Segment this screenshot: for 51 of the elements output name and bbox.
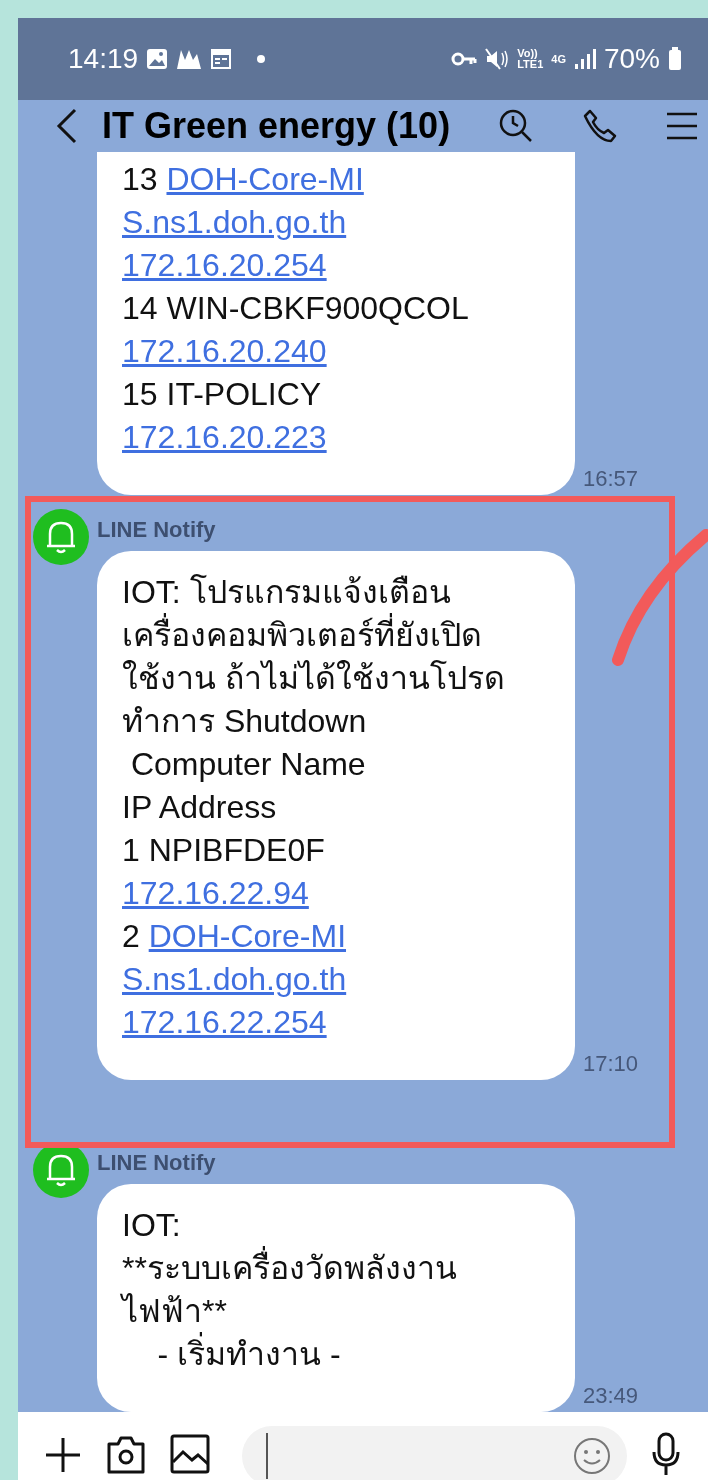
message-text: 13 <box>122 161 159 197</box>
volte-label: Vo)) <box>517 48 538 59</box>
message-text: ไฟฟ้า** <box>122 1293 227 1329</box>
sender-name: LINE Notify <box>97 1150 217 1176</box>
calendar-icon <box>210 48 233 70</box>
search-icon[interactable] <box>498 108 534 144</box>
message-time: 17:10 <box>583 1050 639 1078</box>
bell-avatar-icon[interactable] <box>33 509 89 565</box>
message-text: 14 WIN-CBKF900QCOL <box>122 290 469 326</box>
message-text: 1 NPIBFDE0F <box>122 832 325 868</box>
message-input-field[interactable] <box>242 1426 627 1480</box>
message-link[interactable]: 172.16.22.254 <box>122 1004 327 1040</box>
back-icon[interactable] <box>56 108 78 144</box>
message-link[interactable]: S.ns1.doh.go.th <box>122 961 347 997</box>
battery-icon <box>668 47 682 71</box>
battery-percent: 70% <box>603 42 660 76</box>
message-link[interactable]: 172.16.20.223 <box>122 419 327 455</box>
mute-icon <box>485 48 510 70</box>
camera-icon[interactable] <box>106 1434 146 1474</box>
image-icon[interactable] <box>170 1434 210 1474</box>
menu-icon[interactable] <box>666 111 698 141</box>
message-time: 23:49 <box>583 1382 639 1410</box>
gallery-icon <box>146 48 169 70</box>
emoji-icon[interactable] <box>573 1437 611 1475</box>
message-text: Computer Name <box>129 746 366 782</box>
message-link[interactable]: 172.16.22.94 <box>122 875 309 911</box>
message-link[interactable]: S.ns1.doh.go.th <box>122 204 347 240</box>
key-icon <box>451 51 478 67</box>
message-link[interactable]: 172.16.20.240 <box>122 333 327 369</box>
message-text: IOT: โปรแกรมแจ้งเตือน <box>122 574 451 610</box>
clock-time: 14:19 <box>68 42 139 76</box>
lte-label: LTE1 <box>517 59 544 70</box>
sender-name: LINE Notify <box>97 517 217 543</box>
message-text: ทำการ Shutdown <box>122 703 367 739</box>
message-text: 15 IT-POLICY <box>122 376 322 412</box>
message-link[interactable]: DOH-Core-MI <box>148 918 346 954</box>
message-link[interactable]: 172.16.20.254 <box>122 247 327 283</box>
message-text: IP Address <box>122 789 277 825</box>
app-icon <box>176 48 203 70</box>
signal-icon <box>573 48 596 70</box>
network-label: 4G <box>551 53 566 65</box>
chat-title: IT Green energy (10) <box>102 104 451 148</box>
message-text: IOT: <box>122 1207 181 1243</box>
message-link[interactable]: DOH-Core-MI <box>166 161 364 197</box>
dot-icon <box>256 54 267 64</box>
message-time: 16:57 <box>583 465 639 493</box>
phone-icon[interactable] <box>582 108 618 144</box>
message-text: 2 <box>122 918 141 954</box>
microphone-icon[interactable] <box>651 1432 681 1476</box>
plus-icon[interactable] <box>44 1436 82 1474</box>
message-text: ใช้งาน ถ้าไม่ได้ใช้งานโปรด <box>122 660 505 696</box>
